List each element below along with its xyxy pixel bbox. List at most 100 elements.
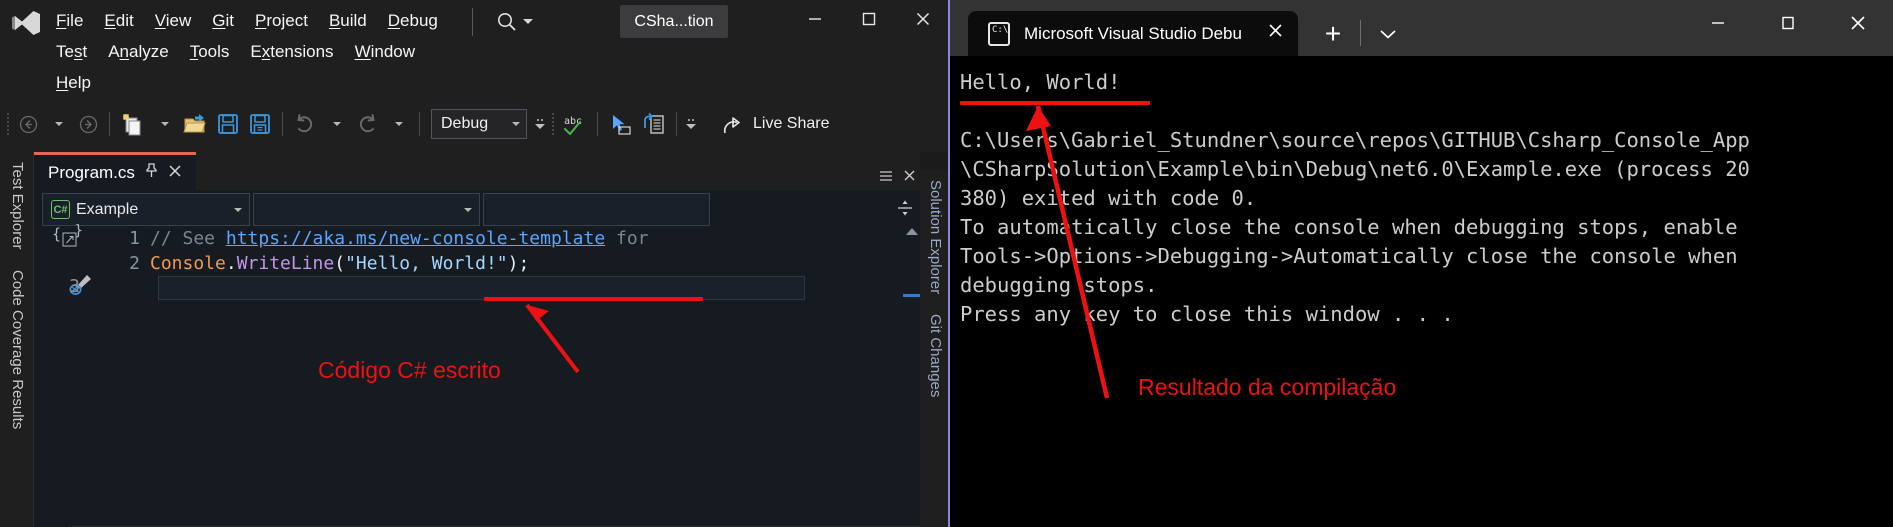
- maximize-button[interactable]: [1753, 0, 1823, 46]
- save-all-button[interactable]: [245, 108, 275, 140]
- menu-item-file[interactable]: File: [48, 5, 91, 36]
- new-tab-button[interactable]: +: [1310, 11, 1356, 56]
- toolbar-grip[interactable]: [4, 111, 12, 137]
- tab-list-overflow-icon[interactable]: [879, 169, 893, 187]
- close-button[interactable]: [1823, 0, 1893, 46]
- menu-item-label: alyze: [129, 42, 169, 61]
- new-project-dropdown[interactable]: [150, 108, 178, 140]
- menu-bar: File Edit View Git Project Build Debug T…: [48, 5, 478, 98]
- toolbar-overflow-button-2[interactable]: [684, 108, 698, 140]
- navigate-forward-button[interactable]: [74, 108, 102, 140]
- menu-item-label: elp: [68, 73, 91, 92]
- menu-item-tools[interactable]: Tools: [182, 36, 238, 67]
- menu-item-help[interactable]: Help: [48, 67, 99, 98]
- minimize-icon: [809, 18, 821, 20]
- line-number: 1: [129, 228, 140, 249]
- menu-item-git[interactable]: Git: [204, 5, 242, 36]
- menu-item-window[interactable]: Window: [347, 36, 423, 67]
- terminal-tab-label: Microsoft Visual Studio Debu: [1024, 23, 1242, 43]
- code-token-end: );: [507, 253, 530, 274]
- right-tool-dock: Solution Explorer Git Changes: [920, 170, 950, 527]
- code-line: { } 1 // See https://aka.ms/new-console-…: [34, 221, 920, 251]
- solution-configuration-dropdown[interactable]: Debug: [431, 109, 527, 139]
- terminal-dropdown-button[interactable]: [1365, 11, 1411, 56]
- maximize-icon: [1782, 16, 1794, 30]
- vs-window-controls: [788, 0, 950, 38]
- code-token-url[interactable]: https://aka.ms/new-console-template: [226, 228, 605, 249]
- navigate-backward-button[interactable]: [14, 108, 42, 140]
- menu-item-analyze[interactable]: Analyze: [100, 36, 177, 67]
- close-button[interactable]: [896, 0, 950, 38]
- navbar-member-dropdown[interactable]: [483, 193, 710, 226]
- terminal-tab[interactable]: C:\ Microsoft Visual Studio Debu: [968, 11, 1298, 56]
- attach-to-process-button[interactable]: [638, 108, 669, 140]
- live-share-button[interactable]: Live Share: [714, 108, 838, 140]
- menu-item-label: E: [250, 42, 262, 61]
- search-button[interactable]: [490, 6, 539, 36]
- chevron-down-icon: [160, 122, 169, 126]
- menu-accel: n: [119, 42, 130, 61]
- split-editor-button[interactable]: [893, 194, 917, 222]
- sidebar-item-code-coverage-results[interactable]: Code Coverage Results: [9, 260, 26, 439]
- code-token-dot: .: [225, 253, 237, 274]
- menu-item-build[interactable]: Build: [321, 5, 375, 36]
- new-project-button[interactable]: [117, 108, 148, 140]
- menu-item-view[interactable]: View: [147, 5, 200, 36]
- save-button[interactable]: [213, 108, 243, 140]
- csharp-project-icon: C#: [51, 200, 70, 219]
- sidebar-item-git-changes[interactable]: Git Changes: [927, 304, 944, 407]
- redo-button[interactable]: [352, 108, 382, 140]
- split-view-icon: [898, 200, 912, 216]
- navbar-type-dropdown[interactable]: [253, 193, 480, 226]
- editor-tab-program-cs[interactable]: Program.cs: [34, 152, 196, 190]
- toolbar-overflow-button[interactable]: [533, 108, 547, 140]
- sidebar-item-solution-explorer[interactable]: Solution Explorer: [927, 170, 944, 304]
- spell-check-button[interactable]: abc: [559, 108, 590, 140]
- redo-dropdown[interactable]: [384, 108, 412, 140]
- overflow-dots-icon: [688, 119, 694, 121]
- overflow-dots-icon: [537, 119, 543, 121]
- toolbar-grip[interactable]: [549, 111, 557, 137]
- menu-item-edit[interactable]: Edit: [96, 5, 141, 36]
- pane-close-icon[interactable]: [903, 169, 916, 187]
- menu-item-debug[interactable]: Debug: [380, 5, 446, 36]
- scroll-up-icon[interactable]: [906, 228, 918, 235]
- menu-item-label: A: [108, 42, 120, 61]
- sidebar-item-test-explorer[interactable]: Test Explorer: [9, 152, 26, 260]
- terminal-titlebar-divider: [1360, 20, 1361, 46]
- menu-divider: [472, 8, 473, 36]
- menu-item-extensions[interactable]: Extensions: [242, 36, 341, 67]
- menu-item-label: t: [82, 42, 88, 61]
- close-icon[interactable]: [1267, 22, 1284, 45]
- menu-item-label: ebug: [400, 11, 438, 30]
- close-icon[interactable]: [168, 163, 182, 183]
- menu-accel: B: [328, 11, 341, 30]
- menu-accel: W: [354, 42, 371, 61]
- maximize-button[interactable]: [842, 0, 896, 38]
- cursor-select-icon: [613, 114, 631, 135]
- open-file-button[interactable]: [180, 108, 211, 140]
- terminal-output-line: Tools->Options->Debugging->Automatically…: [960, 244, 1738, 268]
- annotation-label-output: Resultado da compilação: [1138, 374, 1397, 400]
- code-token-string: "Hello, World!": [345, 253, 508, 274]
- terminal-output-area[interactable]: Hello, World! C:\Users\Gabriel_Stundner\…: [950, 56, 1893, 527]
- menu-item-label: roject: [266, 11, 308, 30]
- undo-button[interactable]: [290, 108, 320, 140]
- minimize-button[interactable]: [788, 0, 842, 38]
- pin-icon[interactable]: [145, 163, 158, 182]
- chevron-down-icon: [512, 122, 520, 126]
- menu-accel: E: [104, 11, 116, 30]
- terminal-output-line: \CSharpSolution\Example\bin\Debug\net6.0…: [960, 157, 1750, 181]
- minimize-button[interactable]: [1683, 0, 1753, 46]
- navbar-project-dropdown[interactable]: C# Example: [42, 193, 250, 226]
- menu-accel: G: [212, 11, 226, 30]
- editor-vertical-scrollbar[interactable]: [903, 226, 920, 527]
- menu-item-project[interactable]: Project: [247, 5, 316, 36]
- undo-dropdown[interactable]: [322, 108, 350, 140]
- menu-item-label: ile: [66, 11, 84, 30]
- select-element-button[interactable]: [605, 108, 636, 140]
- maximize-icon: [862, 12, 876, 26]
- terminal-output-line: Press any key to close this window . . .: [960, 302, 1454, 326]
- menu-item-test[interactable]: Test: [48, 36, 95, 67]
- navigate-backward-dropdown[interactable]: [44, 108, 72, 140]
